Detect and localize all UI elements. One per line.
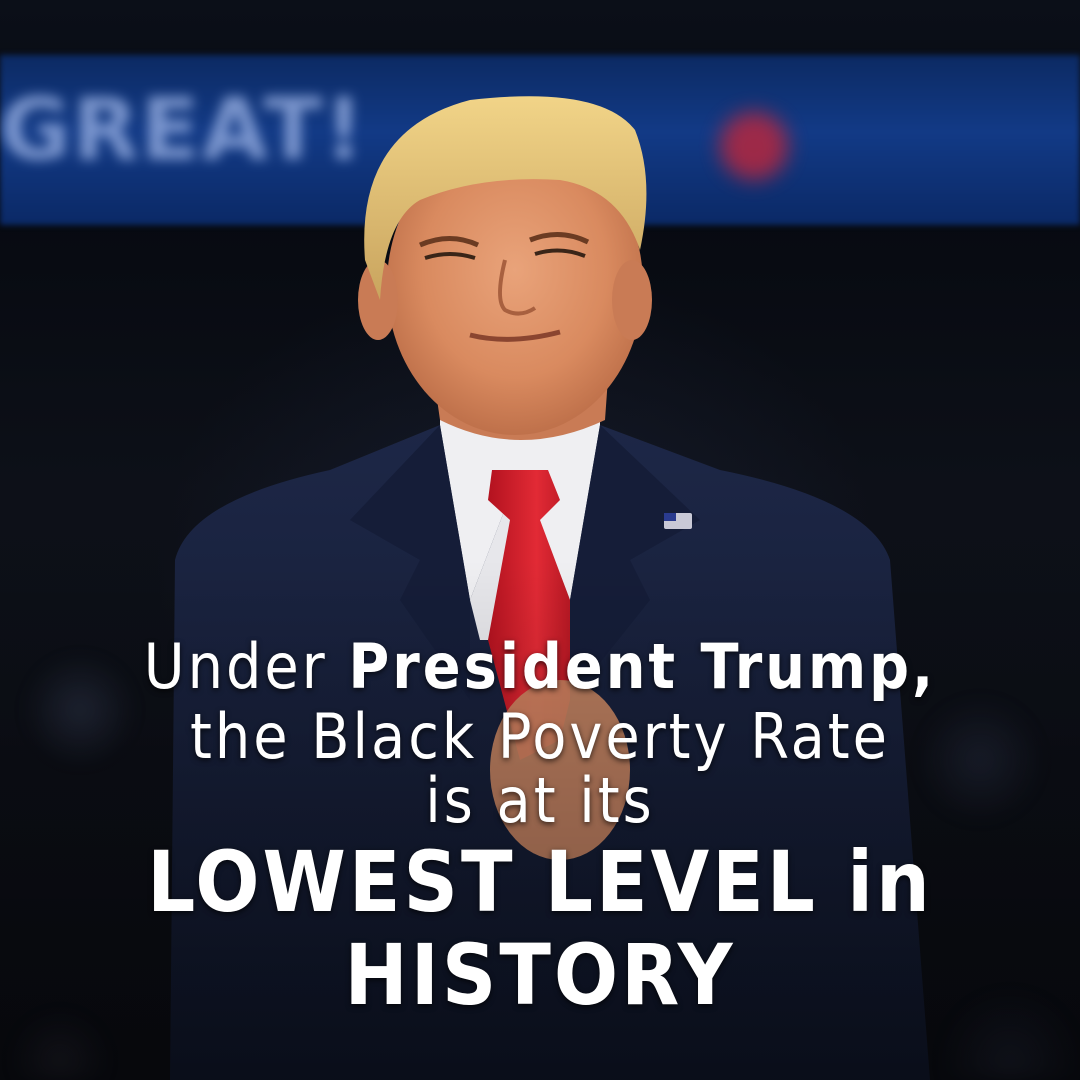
headline-line-1-prefix: Under bbox=[143, 630, 328, 703]
headline-line-3: is at its bbox=[425, 764, 655, 837]
headline-line-5: HISTORY bbox=[344, 926, 736, 1024]
graphic-canvas: GREAT! Under President Trump, the Black … bbox=[0, 0, 1080, 1080]
headline-line-2: the Black Poverty Rate bbox=[190, 700, 890, 773]
headline-line-1: Under President Trump, bbox=[0, 628, 1080, 706]
headline-block: Under President Trump, the Black Poverty… bbox=[0, 628, 1080, 1020]
headline-line-4: LOWEST LEVEL in bbox=[147, 833, 933, 931]
headline-line-1-emphasis: President Trump, bbox=[348, 630, 937, 703]
